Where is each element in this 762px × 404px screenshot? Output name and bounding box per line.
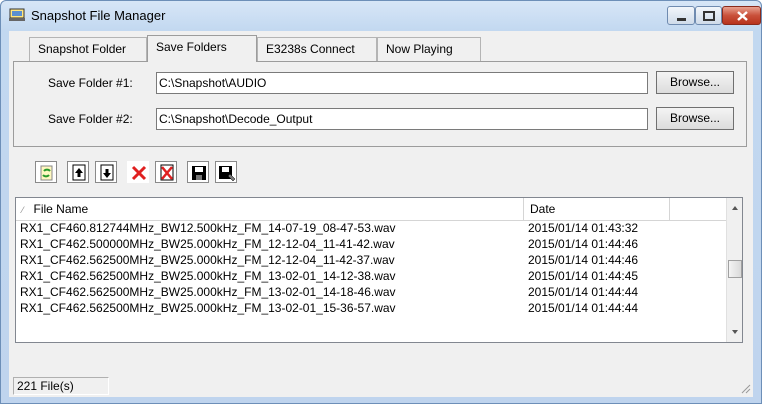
file-name-cell: RX1_CF462.562500MHz_BW25.000kHz_FM_12-12…: [20, 253, 395, 267]
delete-file-button[interactable]: [155, 161, 177, 183]
date-cell: 2015/01/14 01:44:44: [528, 285, 639, 299]
refresh-icon: [40, 165, 53, 181]
save-folder-1-label: Save Folder #1:: [48, 76, 133, 90]
file-count-status: 221 File(s): [13, 377, 109, 395]
file-name-cell: RX1_CF462.562500MHz_BW25.000kHz_FM_13-02…: [20, 301, 396, 315]
tab-snapshot-folder[interactable]: Snapshot Folder: [29, 37, 147, 61]
sort-indicator-icon: ⁄: [22, 205, 24, 215]
table-row[interactable]: RX1_CF462.562500MHz_BW25.000kHz_FM_13-02…: [16, 268, 726, 284]
column-header-date[interactable]: Date: [524, 198, 670, 220]
app-icon: [9, 8, 25, 21]
table-row[interactable]: RX1_CF462.562500MHz_BW25.000kHz_FM_13-02…: [16, 284, 726, 300]
move-down-button[interactable]: [95, 161, 117, 183]
date-cell: 2015/01/14 01:44:46: [528, 237, 639, 251]
tab-save-folders[interactable]: Save Folders: [147, 35, 257, 62]
date-cell: 2015/01/14 01:44:45: [528, 269, 639, 283]
file-toolbar: [9, 151, 753, 193]
save-button[interactable]: [187, 161, 209, 183]
date-cell: 2015/01/14 01:43:32: [528, 221, 639, 235]
vertical-scrollbar[interactable]: [726, 198, 743, 342]
window-title: Snapshot File Manager: [31, 8, 166, 23]
save-folder-2-label: Save Folder #2:: [48, 112, 133, 126]
minimize-icon: [677, 18, 686, 21]
tab-label: Snapshot Folder: [38, 42, 127, 56]
tab-label: Now Playing: [386, 42, 453, 56]
save-folder-1-input[interactable]: C:\Snapshot\AUDIO: [156, 72, 648, 94]
save-folder-2-input[interactable]: C:\Snapshot\Decode_Output: [156, 108, 648, 130]
close-icon: [737, 11, 748, 21]
tab-e3238s-connect[interactable]: E3238s Connect: [257, 37, 377, 61]
tab-label: Save Folders: [156, 40, 227, 54]
app-window: Snapshot File Manager Snapshot Folder Sa…: [0, 0, 762, 404]
move-up-button[interactable]: [67, 161, 89, 183]
save-icon: [192, 166, 206, 180]
table-row[interactable]: RX1_CF462.562500MHz_BW25.000kHz_FM_12-12…: [16, 252, 726, 268]
maximize-button[interactable]: [695, 6, 722, 25]
delete-icon: [131, 165, 147, 181]
scroll-down-icon[interactable]: [727, 324, 743, 340]
scroll-thumb[interactable]: [728, 260, 742, 278]
close-button[interactable]: [722, 6, 761, 25]
table-row[interactable]: RX1_CF462.500000MHz_BW25.000kHz_FM_12-12…: [16, 236, 726, 252]
save-as-icon: [219, 166, 236, 182]
scroll-up-icon[interactable]: [727, 200, 743, 216]
file-name-cell: RX1_CF462.562500MHz_BW25.000kHz_FM_13-02…: [20, 269, 396, 283]
save-as-button[interactable]: [215, 161, 237, 183]
column-header-label: File Name: [33, 202, 89, 216]
column-header-label: Date: [530, 202, 556, 216]
browse-folder-1-button[interactable]: Browse...: [656, 71, 734, 94]
tab-strip: Snapshot Folder Save Folders E3238s Conn…: [9, 31, 753, 62]
browse-folder-2-button[interactable]: Browse...: [656, 107, 734, 130]
tab-label: E3238s Connect: [266, 42, 355, 56]
refresh-button[interactable]: [35, 161, 57, 183]
column-header-file-name[interactable]: ⁄ File Name: [16, 198, 524, 220]
file-list-header: ⁄ File Name Date: [16, 198, 726, 221]
minimize-button[interactable]: [667, 6, 695, 25]
table-row[interactable]: RX1_CF462.562500MHz_BW25.000kHz_FM_13-02…: [16, 300, 726, 316]
status-bar: 221 File(s): [9, 374, 753, 396]
move-up-icon: [72, 164, 86, 181]
table-row[interactable]: RX1_CF460.812744MHz_BW12.500kHz_FM_14-07…: [16, 220, 726, 236]
tab-now-playing[interactable]: Now Playing: [377, 37, 481, 61]
move-down-icon: [100, 164, 114, 181]
date-cell: 2015/01/14 01:44:44: [528, 301, 639, 315]
maximize-icon: [703, 11, 715, 21]
file-name-cell: RX1_CF460.812744MHz_BW12.500kHz_FM_14-07…: [20, 221, 396, 235]
save-folders-panel: Save Folder #1: C:\Snapshot\AUDIO Browse…: [13, 61, 747, 147]
delete-button[interactable]: [127, 161, 149, 183]
file-name-cell: RX1_CF462.500000MHz_BW25.000kHz_FM_12-12…: [20, 237, 395, 251]
delete-file-icon: [160, 164, 174, 181]
resize-grip-icon[interactable]: [739, 382, 751, 394]
date-cell: 2015/01/14 01:44:46: [528, 253, 639, 267]
title-bar[interactable]: Snapshot File Manager: [1, 1, 761, 31]
file-list[interactable]: ⁄ File Name Date RX1_CF460.812744MHz_BW12…: [15, 197, 743, 343]
file-name-cell: RX1_CF462.562500MHz_BW25.000kHz_FM_13-02…: [20, 285, 396, 299]
